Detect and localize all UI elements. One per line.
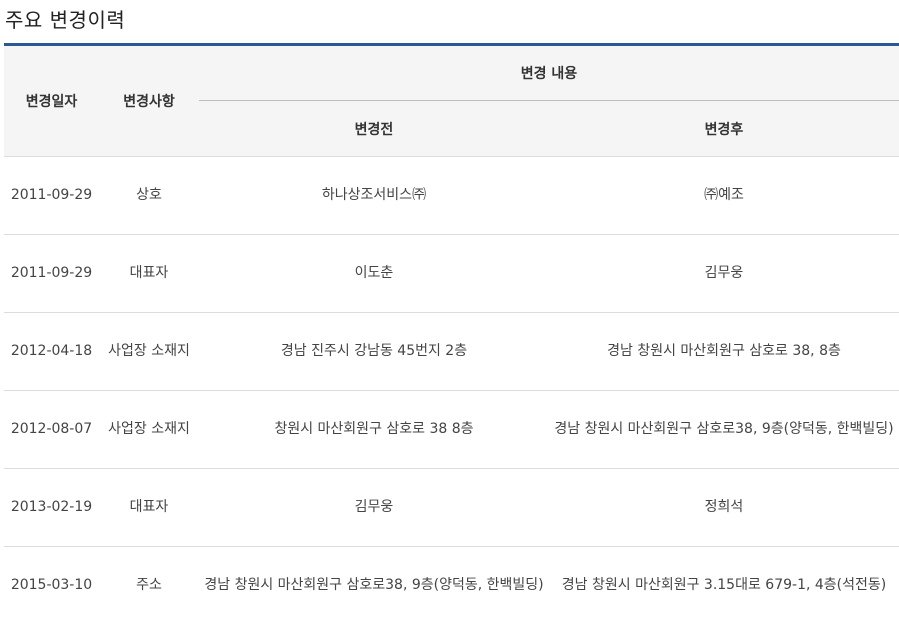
table-row: 2015-03-10 주소 경남 창원시 마산회원구 삼호로38, 9층(양덕동…	[4, 547, 899, 625]
cell-date: 2012-08-07	[4, 390, 99, 469]
header-content: 변경 내용	[199, 44, 899, 101]
cell-before: 이도춘	[199, 234, 549, 313]
table-row: 2013-02-19 대표자 김무웅 정희석	[4, 468, 899, 547]
cell-item: 사업장 소재지	[99, 390, 199, 469]
header-after: 변경후	[549, 100, 899, 157]
cell-before: 하나상조서비스㈜	[199, 156, 549, 235]
cell-item: 대표자	[99, 468, 199, 547]
cell-date: 2015-03-10	[10, 577, 93, 594]
cell-item: 대표자	[99, 234, 199, 313]
cell-after: 경남 창원시 마산회원구 삼호로38, 9층(양덕동, 한백빌딩)	[549, 390, 899, 469]
cell-before: 경남 창원시 마산회원구 삼호로38, 9층(양덕동, 한백빌딩)	[204, 577, 544, 594]
cell-date: 2011-09-29	[4, 156, 99, 235]
cell-date: 2012-04-18	[4, 312, 99, 391]
cell-item: 사업장 소재지	[99, 312, 199, 391]
cell-date: 2011-09-29	[4, 234, 99, 313]
table-row: 2011-09-29 대표자 이도춘 김무웅	[4, 234, 899, 313]
cell-after: 김무웅	[549, 234, 899, 313]
cell-after: ㈜예조	[549, 156, 899, 235]
cell-before: 김무웅	[199, 468, 549, 547]
cell-item: 주소	[136, 577, 162, 594]
table-row: 2012-04-18 사업장 소재지 경남 진주시 강남동 45번지 2층 경남…	[4, 312, 899, 391]
cell-item: 상호	[99, 156, 199, 235]
cell-after: 정희석	[549, 468, 899, 547]
cell-date: 2013-02-19	[4, 468, 99, 547]
header-before: 변경전	[199, 100, 549, 157]
header-item: 변경사항	[99, 44, 199, 157]
cell-before: 창원시 마산회원구 삼호로 38 8층	[199, 390, 549, 469]
table-body: 2011-09-29 상호 하나상조서비스㈜ ㈜예조 2011-09-29 대표…	[4, 156, 899, 625]
header-date: 변경일자	[4, 44, 99, 157]
page-title: 주요 변경이력	[5, 8, 126, 32]
table-header: 변경일자 변경사항 변경 내용 변경전 변경후	[4, 44, 899, 157]
cell-before: 경남 진주시 강남동 45번지 2층	[199, 312, 549, 391]
table-row: 2011-09-29 상호 하나상조서비스㈜ ㈜예조	[4, 156, 899, 235]
table-row: 2012-08-07 사업장 소재지 창원시 마산회원구 삼호로 38 8층 경…	[4, 390, 899, 469]
cell-after: 경남 창원시 마산회원구 삼호로 38, 8층	[549, 312, 899, 391]
change-history-table: 변경일자 변경사항 변경 내용 변경전 변경후 2011-09-29 상호 하나…	[4, 43, 899, 625]
cell-after: 경남 창원시 마산회원구 3.15대로 679-1, 4층(석전동)	[561, 577, 887, 594]
